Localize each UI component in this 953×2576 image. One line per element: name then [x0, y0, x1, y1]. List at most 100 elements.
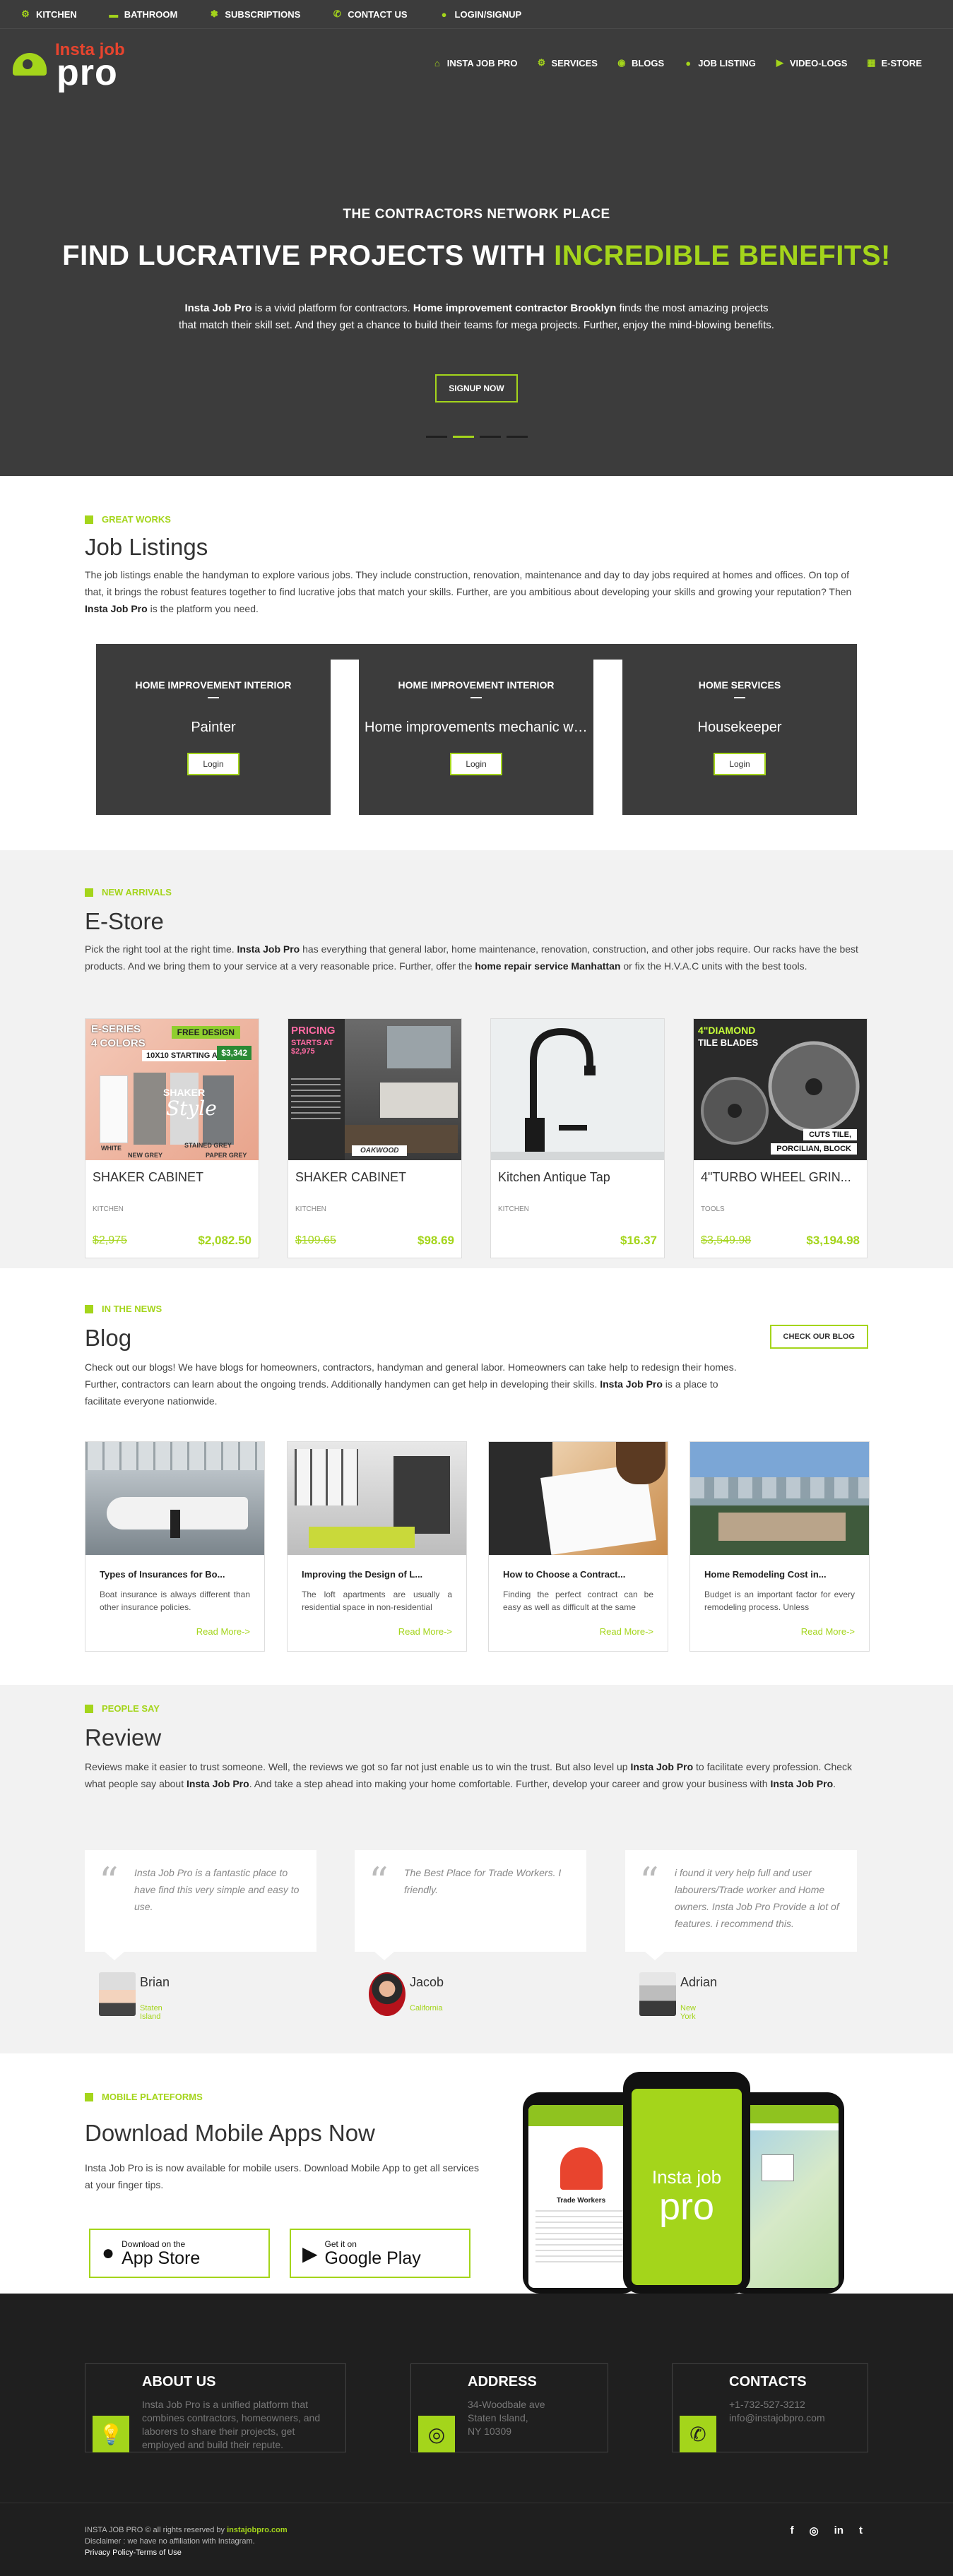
blog-title[interactable]: Improving the Design of L... — [288, 1555, 466, 1580]
app-store-button[interactable]: ● Download on the App Store — [89, 2229, 270, 2278]
blog-excerpt: Finding the perfect contract can be easy… — [503, 1590, 653, 1612]
blog-image[interactable] — [690, 1442, 869, 1555]
hero-description: Insta Job Pro is a vivid platform for co… — [179, 302, 774, 331]
phone-mockup-main: Insta job pro — [623, 2072, 750, 2294]
chat-icon: ◉ — [617, 57, 626, 68]
slider-dot-active[interactable] — [452, 436, 474, 438]
signup-now-button[interactable]: SIGNUP NOW — [435, 374, 518, 402]
product-name[interactable]: SHAKER CABINET — [85, 1160, 259, 1185]
read-more-link[interactable]: Read More-> — [398, 1626, 452, 1637]
product-card[interactable]: 4"DIAMOND TILE BLADES CUTS TILE, PORCILI… — [693, 1018, 868, 1258]
product-image[interactable]: PRICING STARTS AT $2,975 OAKWOOD — [288, 1019, 461, 1160]
job-login-button[interactable]: Login — [450, 753, 502, 775]
section-title: Review — [85, 1724, 162, 1751]
job-card[interactable]: HOME IMPROVEMENT INTERIOR Painter Login — [96, 644, 331, 815]
twitter-icon[interactable]: t — [859, 2524, 863, 2537]
footer-phone-link[interactable]: +1-732-527-3212 — [729, 2398, 858, 2411]
site-footer: ABOUT US Insta Job Pro is a unified plat… — [0, 2294, 953, 2503]
slider-dot[interactable] — [479, 436, 501, 438]
topbar-bathroom[interactable]: ▬ BATHROOM — [108, 8, 177, 20]
topbar-kitchen[interactable]: ⚙ KITCHEN — [20, 8, 77, 20]
product-image[interactable]: 4"DIAMOND TILE BLADES CUTS TILE, PORCILI… — [694, 1019, 867, 1160]
job-card[interactable]: HOME IMPROVEMENT INTERIOR Home improveme… — [359, 644, 593, 815]
blog-card[interactable]: Types of Insurances for Bo... Boat insur… — [85, 1441, 265, 1652]
footer-address: ADDRESS 34-Woodbale ave Staten Island, N… — [410, 2363, 608, 2452]
product-price: $98.69 — [418, 1234, 454, 1247]
bell-icon: ✽ — [210, 8, 218, 19]
product-card[interactable]: PRICING STARTS AT $2,975 OAKWOOD SHAKER … — [288, 1018, 462, 1258]
topbar-login-signup[interactable]: ● LOGIN/SIGNUP — [439, 8, 522, 20]
nav-video-logs[interactable]: ▶ VIDEO-LOGS — [774, 57, 848, 68]
footer-bottom: INSTA JOB PRO © all rights reserved by i… — [0, 2503, 953, 2576]
review-text: The Best Place for Trade Workers. I frie… — [404, 1867, 562, 1895]
site-link[interactable]: instajobpro.com — [227, 2526, 288, 2534]
tap-illustration — [491, 1027, 664, 1160]
product-price: $16.37 — [620, 1234, 657, 1247]
blog-title[interactable]: Types of Insurances for Bo... — [85, 1555, 264, 1580]
instagram-icon[interactable]: ◎ — [810, 2524, 819, 2537]
nav-job-listing[interactable]: ● JOB LISTING — [682, 57, 756, 68]
product-category: KITCHEN — [93, 1205, 124, 1213]
check-our-blog-button[interactable]: CHECK OUR BLOG — [769, 1325, 868, 1349]
job-category: HOME IMPROVEMENT INTERIOR — [135, 679, 292, 691]
avatar — [639, 1972, 676, 2016]
product-name[interactable]: 4"TURBO WHEEL GRIN... — [694, 1160, 867, 1185]
hero-kicker: THE CONTRACTORS NETWORK PLACE — [343, 207, 610, 222]
home-icon: ⌂ — [434, 57, 440, 68]
job-category: HOME SERVICES — [698, 679, 781, 691]
nav-blogs[interactable]: ◉ BLOGS — [616, 57, 664, 68]
product-card[interactable]: Kitchen Antique Tap KITCHEN $16.37 — [490, 1018, 665, 1258]
mobile-apps-section: Mobile Plateforms Download Mobile Apps N… — [0, 2053, 953, 2294]
section-title: Download Mobile Apps Now — [85, 2120, 375, 2146]
linkedin-icon[interactable]: in — [834, 2524, 844, 2537]
facebook-icon[interactable]: f — [791, 2524, 794, 2537]
product-image[interactable]: E-SERIES 4 COLORS FREE DESIGN 10X10 STAR… — [85, 1019, 259, 1160]
phone-icon: ✆ — [333, 8, 341, 19]
section-description: Pick the right tool at the right time. I… — [85, 943, 858, 972]
topbar-subscriptions[interactable]: ✽ SUBSCRIPTIONS — [208, 8, 300, 20]
phone-icon: ✆ — [680, 2416, 716, 2452]
slider-dot[interactable] — [506, 436, 528, 438]
blog-card[interactable]: Improving the Design of L... The loft ap… — [287, 1441, 467, 1652]
reviewer-location: California — [410, 2004, 443, 2012]
read-more-link[interactable]: Read More-> — [801, 1626, 855, 1637]
site-logo[interactable]: Insta job pro — [13, 36, 140, 93]
slider-dot[interactable] — [425, 436, 447, 438]
blog-image[interactable] — [288, 1442, 466, 1555]
product-name[interactable]: Kitchen Antique Tap — [491, 1160, 664, 1185]
blog-excerpt: The loft apartments are usually a reside… — [302, 1590, 452, 1612]
blog-title[interactable]: How to Choose a Contract... — [489, 1555, 668, 1580]
job-login-button[interactable]: Login — [714, 753, 766, 775]
blog-image[interactable] — [489, 1442, 668, 1555]
reviewer-name: Adrian — [680, 1975, 718, 1989]
privacy-terms-link[interactable]: Privacy Policy-Terms of Use — [85, 2547, 288, 2558]
nav-insta-job-pro[interactable]: ⌂ INSTA JOB PRO — [432, 57, 518, 68]
job-login-button[interactable]: Login — [187, 753, 239, 775]
job-card[interactable]: HOME SERVICES Housekeeper Login — [622, 644, 857, 815]
product-price: $3,194.98 — [806, 1234, 860, 1247]
footer-about: ABOUT US Insta Job Pro is a unified plat… — [85, 2363, 346, 2452]
blog-image[interactable] — [85, 1442, 264, 1555]
google-play-button[interactable]: ▶ Get it on Google Play — [290, 2229, 470, 2278]
read-more-link[interactable]: Read More-> — [600, 1626, 653, 1637]
footer-contacts-text: +1-732-527-3212 info@instajobpro.com — [729, 2398, 858, 2425]
nav-services[interactable]: ⚙ SERVICES — [535, 57, 598, 68]
blog-section: IN THE NEWS Blog CHECK OUR BLOG Check ou… — [0, 1268, 953, 1685]
nav-e-store[interactable]: ▦ E-STORE — [865, 57, 922, 68]
store-icon: ▦ — [867, 57, 876, 68]
blog-card[interactable]: Home Remodeling Cost in... Budget is an … — [689, 1441, 870, 1652]
lightbulb-icon: 💡 — [93, 2416, 129, 2452]
social-links: f ◎ in t — [791, 2524, 863, 2537]
section-eyebrow: GREAT WORKS — [85, 514, 171, 525]
product-image[interactable] — [491, 1019, 664, 1160]
blog-title[interactable]: Home Remodeling Cost in... — [690, 1555, 869, 1580]
product-card[interactable]: E-SERIES 4 COLORS FREE DESIGN 10X10 STAR… — [85, 1018, 259, 1258]
product-name[interactable]: SHAKER CABINET — [288, 1160, 461, 1185]
read-more-link[interactable]: Read More-> — [196, 1626, 250, 1637]
quote-icon: “ — [99, 1859, 119, 1904]
footer-email-link[interactable]: info@instajobpro.com — [729, 2411, 858, 2425]
review-card: “ The Best Place for Trade Workers. I fr… — [355, 1850, 586, 1960]
blog-card[interactable]: How to Choose a Contract... Finding the … — [488, 1441, 668, 1652]
section-eyebrow: Mobile Plateforms — [85, 2092, 203, 2102]
topbar-contact-us[interactable]: ✆ CONTACT US — [331, 8, 408, 20]
